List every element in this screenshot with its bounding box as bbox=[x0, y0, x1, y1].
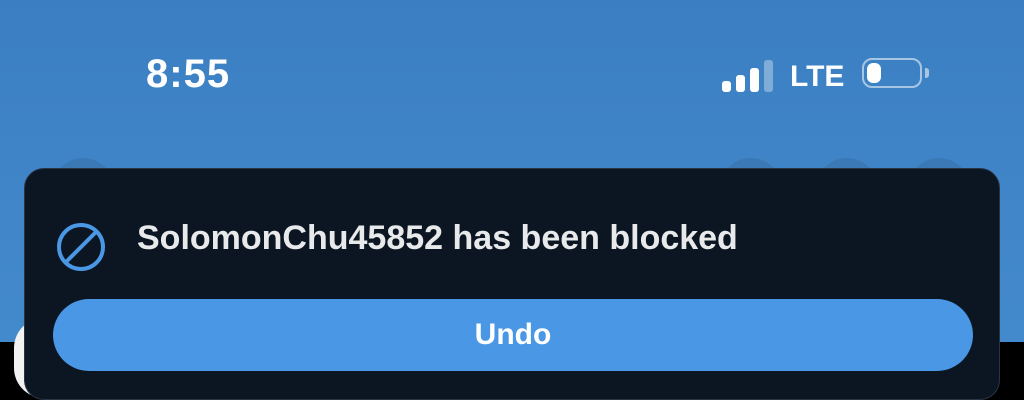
battery-terminal bbox=[925, 68, 929, 78]
battery-icon bbox=[862, 58, 929, 88]
blocked-toast: SolomonChu45852 has been blocked Undo bbox=[24, 168, 1000, 400]
signal-bar bbox=[764, 60, 773, 92]
signal-bar bbox=[736, 75, 745, 92]
screen: 8:55 LTE SolomonChu45852 has been blocke… bbox=[0, 0, 1024, 400]
signal-bar bbox=[750, 68, 759, 92]
blocked-icon bbox=[55, 221, 107, 273]
status-bar: 8:55 LTE bbox=[0, 0, 1024, 150]
cellular-signal-icon bbox=[722, 60, 774, 92]
network-type: LTE bbox=[790, 60, 845, 93]
toast-message: SolomonChu45852 has been blocked bbox=[137, 219, 738, 257]
undo-button[interactable]: Undo bbox=[53, 299, 973, 371]
status-time: 8:55 bbox=[146, 52, 231, 96]
signal-bar bbox=[722, 81, 731, 92]
battery-level bbox=[867, 63, 881, 83]
